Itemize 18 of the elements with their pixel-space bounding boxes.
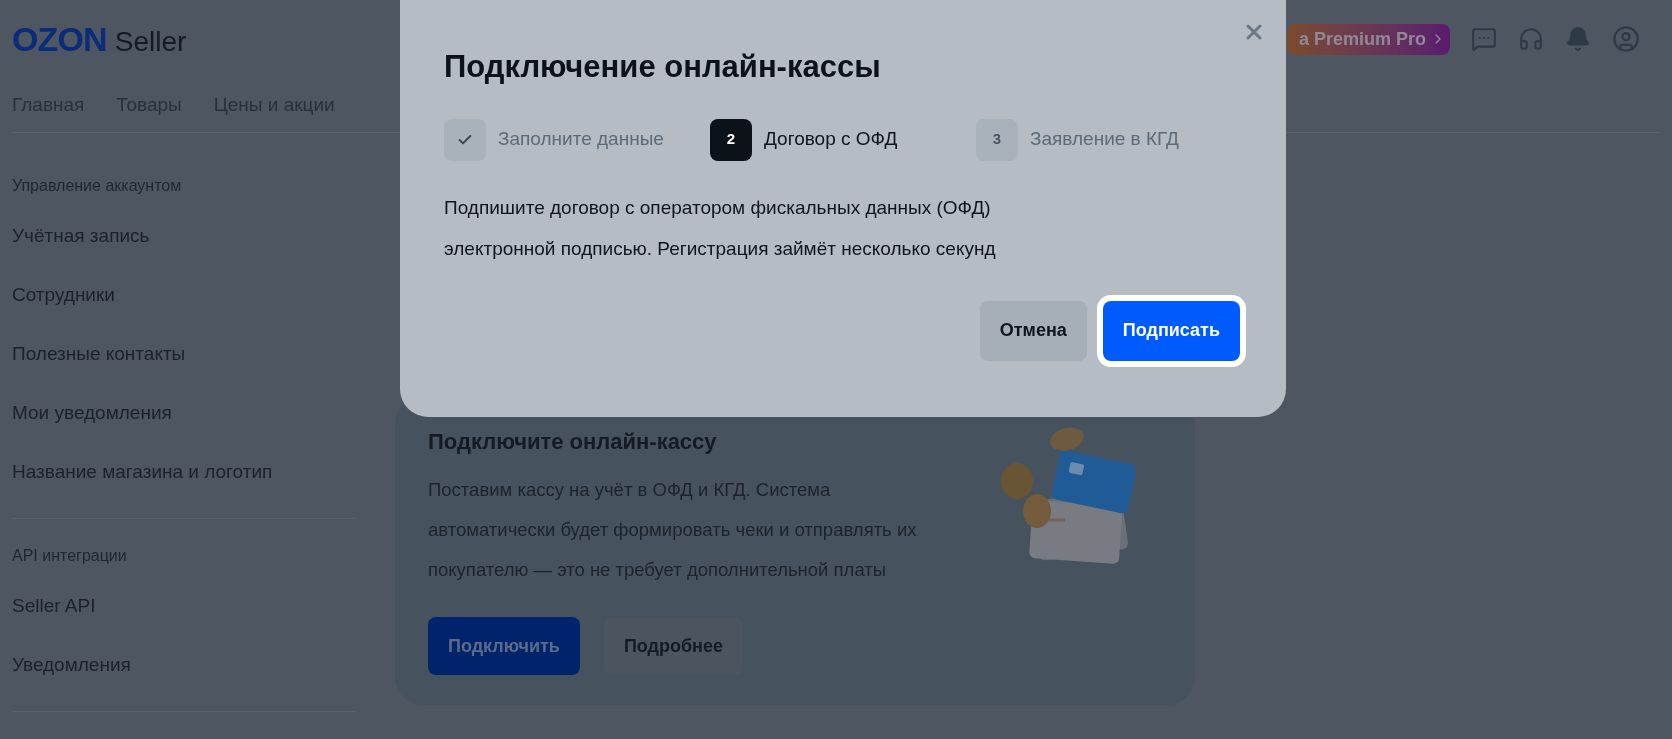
step-label: Договор с ОФД: [764, 127, 898, 152]
modal-text: Подпишите договор с оператором фискальных данных (ОФД) электронной подписью. Регистрация займёт несколько секунд: [444, 195, 997, 261]
user-icon[interactable]: [1612, 25, 1640, 53]
step-marker: 2: [710, 118, 752, 161]
modal-title: Подключение онлайн-кассы: [444, 48, 882, 86]
details-button[interactable]: Подробнее: [603, 617, 743, 675]
connect-button[interactable]: Подключить: [428, 617, 580, 675]
step-label: Заполните данные: [498, 127, 664, 152]
step-marker: 3: [976, 118, 1018, 161]
chat-icon[interactable]: [1471, 26, 1497, 52]
step-label: Заявление в КГД: [1030, 127, 1179, 152]
bell-icon[interactable]: [1565, 26, 1591, 52]
ozon-logo[interactable]: OZON: [12, 22, 107, 56]
premium-badge[interactable]: а Premium Pro: [1286, 23, 1450, 55]
logo-suffix: Seller: [114, 28, 187, 56]
card-title: Подключите онлайн-кассу: [428, 428, 718, 456]
cancel-button[interactable]: Отмена: [979, 300, 1087, 361]
headset-icon[interactable]: [1518, 26, 1544, 52]
